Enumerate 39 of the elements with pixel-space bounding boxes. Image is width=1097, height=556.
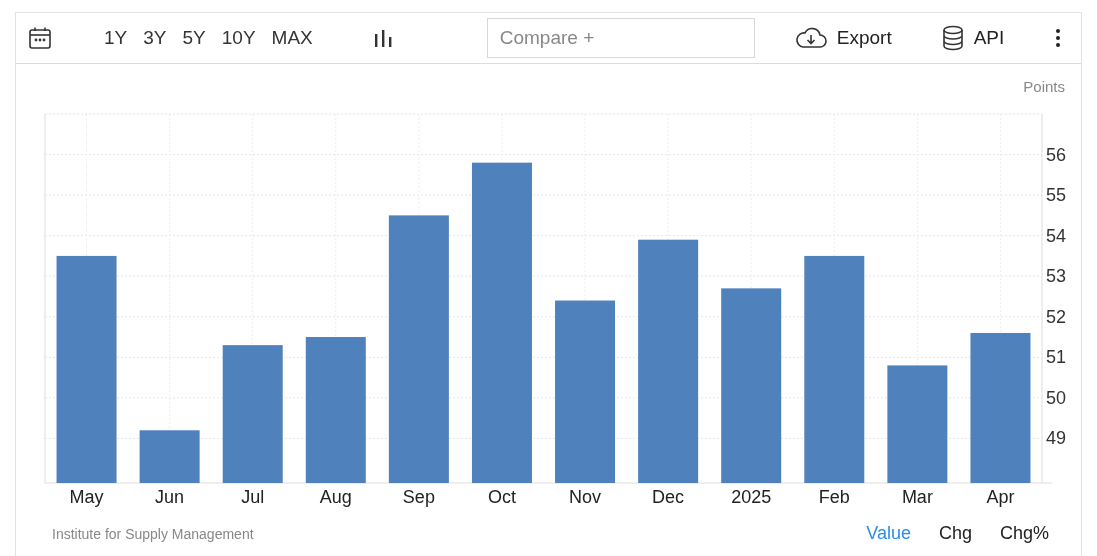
x-axis-label: May [69, 487, 104, 507]
x-axis-label: Jun [155, 487, 185, 507]
range-tab[interactable]: MAX [263, 27, 321, 49]
x-axis-label: Feb [818, 487, 850, 507]
x-axis-label: Sep [402, 487, 435, 507]
x-axis-label: Mar [901, 487, 933, 507]
api-button[interactable]: API [941, 25, 1005, 51]
range-tab[interactable]: 3Y [135, 27, 175, 49]
compare-field[interactable]: Compare + [486, 18, 755, 58]
y-axis-label: 55 [1046, 185, 1067, 206]
y-axis-label: 51 [1046, 347, 1067, 368]
view-tab[interactable]: Chg [926, 523, 984, 544]
view-tab[interactable]: Value [854, 523, 923, 544]
unit-label: Points [1023, 78, 1065, 95]
export-button[interactable]: Export [794, 27, 892, 49]
cloud-download-icon [794, 27, 827, 49]
x-axis-label: Dec [652, 487, 685, 507]
more-icon[interactable] [1055, 28, 1061, 48]
bar [139, 430, 200, 483]
y-axis-label: 52 [1046, 306, 1067, 327]
range-tab[interactable]: 10Y [213, 27, 264, 49]
x-axis-label: Apr [986, 487, 1015, 507]
x-axis-label: Nov [569, 487, 602, 507]
y-axis-label: 49 [1046, 428, 1067, 449]
x-axis-label: Aug [319, 487, 352, 507]
x-axis-label: 2025 [731, 487, 772, 507]
source-label: Institute for Supply Management [52, 525, 254, 542]
y-axis-label: 53 [1046, 266, 1067, 287]
range-tab[interactable]: 1Y [96, 27, 136, 49]
y-axis-label: 54 [1046, 225, 1067, 246]
calendar-icon[interactable] [28, 26, 52, 50]
bar-chart-icon[interactable] [372, 28, 393, 48]
y-axis-label: 50 [1046, 387, 1067, 408]
x-axis-label: Oct [487, 487, 516, 507]
range-tab[interactable]: 5Y [174, 27, 214, 49]
view-tab[interactable]: Chg% [987, 523, 1061, 544]
x-axis-label: Jul [241, 487, 265, 507]
database-icon [941, 25, 964, 51]
y-axis-label: 56 [1046, 144, 1067, 165]
